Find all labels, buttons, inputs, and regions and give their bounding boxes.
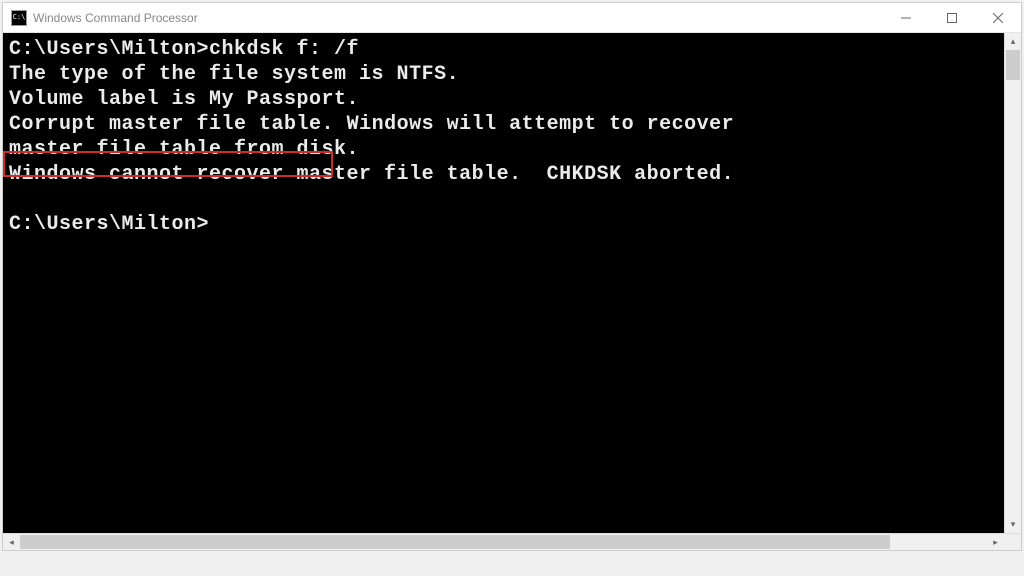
vertical-scroll-thumb[interactable] — [1006, 50, 1020, 80]
cmd-icon — [11, 10, 27, 26]
output-line: Windows will attempt to recover — [334, 113, 734, 136]
terminal-area: C:\Users\Milton>chkdsk f: /f The type of… — [3, 33, 1021, 533]
output-line: The type of the file system is NTFS. — [9, 63, 459, 86]
command-prompt-window: Windows Command Processor C:\Users\Milto… — [2, 2, 1022, 551]
minimize-button[interactable] — [883, 3, 929, 32]
close-button[interactable] — [975, 3, 1021, 32]
vertical-scrollbar[interactable]: ▴ ▾ — [1004, 33, 1021, 533]
prompt: C:\Users\Milton> — [9, 213, 209, 236]
horizontal-scroll-track[interactable] — [20, 534, 987, 550]
horizontal-scroll-thumb[interactable] — [20, 535, 890, 549]
scroll-right-arrow-icon[interactable]: ▸ — [987, 534, 1004, 550]
output-line: master file table from disk. — [9, 138, 359, 161]
output-line: Volume label is My Passport. — [9, 88, 359, 111]
window-titlebar[interactable]: Windows Command Processor — [3, 3, 1021, 33]
maximize-button[interactable] — [929, 3, 975, 32]
highlighted-text: Corrupt master file table. — [9, 113, 334, 136]
scroll-left-arrow-icon[interactable]: ◂ — [3, 534, 20, 550]
scroll-down-arrow-icon[interactable]: ▾ — [1005, 516, 1021, 533]
window-controls — [883, 3, 1021, 32]
command-text: chkdsk f: /f — [209, 38, 359, 61]
output-line: Windows cannot recover master file table… — [9, 163, 734, 186]
window-title: Windows Command Processor — [33, 11, 883, 25]
scroll-up-arrow-icon[interactable]: ▴ — [1005, 33, 1021, 50]
prompt: C:\Users\Milton> — [9, 38, 209, 61]
terminal-output[interactable]: C:\Users\Milton>chkdsk f: /f The type of… — [3, 33, 1004, 533]
horizontal-scrollbar[interactable]: ◂ ▸ — [3, 533, 1021, 550]
